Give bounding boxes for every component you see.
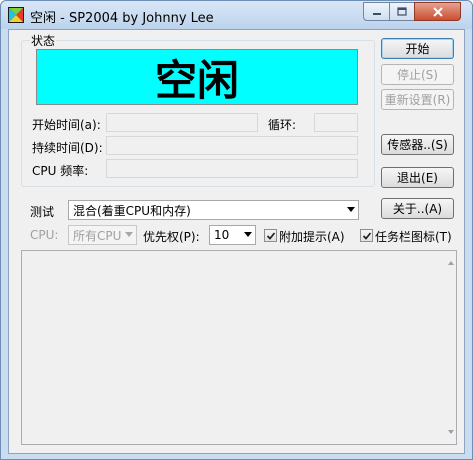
extra-hints-checkbox[interactable] <box>264 229 277 242</box>
maximize-icon <box>397 6 407 16</box>
close-icon <box>432 6 443 17</box>
exit-button[interactable]: 退出(E) <box>381 167 454 188</box>
stop-button[interactable]: 停止(S) <box>381 64 454 85</box>
duration-field <box>106 136 358 155</box>
sensor-button[interactable]: 传感器..(S) <box>381 134 454 155</box>
start-time-label: 开始时间(a): <box>32 118 101 132</box>
cpu-select-value: 所有CPU <box>73 228 122 243</box>
tray-icon-checkbox[interactable] <box>360 229 373 242</box>
cpu-freq-field <box>106 159 358 178</box>
start-time-field <box>106 113 258 132</box>
scroll-down-arrow-icon[interactable] <box>448 430 454 434</box>
window-title: 空闲 - SP2004 by Johnny Lee <box>30 11 214 26</box>
status-display: 空闲 <box>36 49 358 105</box>
loop-field <box>314 113 358 132</box>
test-mode-value: 混合(着重CPU和内存) <box>73 203 191 218</box>
test-mode-select[interactable]: 混合(着重CPU和内存) <box>68 200 359 220</box>
reset-button[interactable]: 重新设置(R) <box>381 89 454 110</box>
chevron-down-icon <box>125 232 133 237</box>
chevron-down-icon <box>244 232 252 237</box>
loop-label: 循环: <box>268 118 297 132</box>
maximize-button[interactable] <box>389 2 415 21</box>
status-group-label: 状态 <box>30 32 57 49</box>
close-button[interactable] <box>414 2 461 21</box>
extra-hints-label[interactable]: 附加提示(A) <box>279 228 345 245</box>
client-area: 状态 空闲 开始时间(a): 循环: 持续时间(D): CPU 频率: 开始 停… <box>8 29 465 454</box>
minimize-button[interactable] <box>363 2 390 21</box>
start-button[interactable]: 开始 <box>381 38 454 59</box>
checkmark-icon <box>362 231 371 240</box>
log-textarea[interactable] <box>21 250 457 445</box>
app-icon <box>8 7 24 23</box>
scroll-up-arrow-icon[interactable] <box>448 261 454 265</box>
cpu-freq-label: CPU 频率: <box>32 164 89 178</box>
checkmark-icon <box>266 231 275 240</box>
test-label: 测试 <box>30 205 55 219</box>
tray-icon-label[interactable]: 任务栏图标(T) <box>375 228 452 245</box>
minimize-icon <box>372 12 381 15</box>
app-window: 空闲 - SP2004 by Johnny Lee 状态 空闲 开始时间(a): <box>0 0 473 460</box>
chevron-down-icon <box>347 207 355 212</box>
priority-select-value: 10 <box>214 228 230 242</box>
cpu-select[interactable]: 所有CPU <box>68 225 137 245</box>
priority-select[interactable]: 10 <box>209 225 256 245</box>
priority-label: 优先权(P): <box>143 230 200 244</box>
duration-label: 持续时间(D): <box>32 141 103 155</box>
about-button[interactable]: 关于..(A) <box>381 198 454 219</box>
status-text: 空闲 <box>154 55 239 105</box>
cpu-label: CPU: <box>30 228 59 242</box>
title-bar[interactable]: 空闲 - SP2004 by Johnny Lee <box>1 1 472 29</box>
